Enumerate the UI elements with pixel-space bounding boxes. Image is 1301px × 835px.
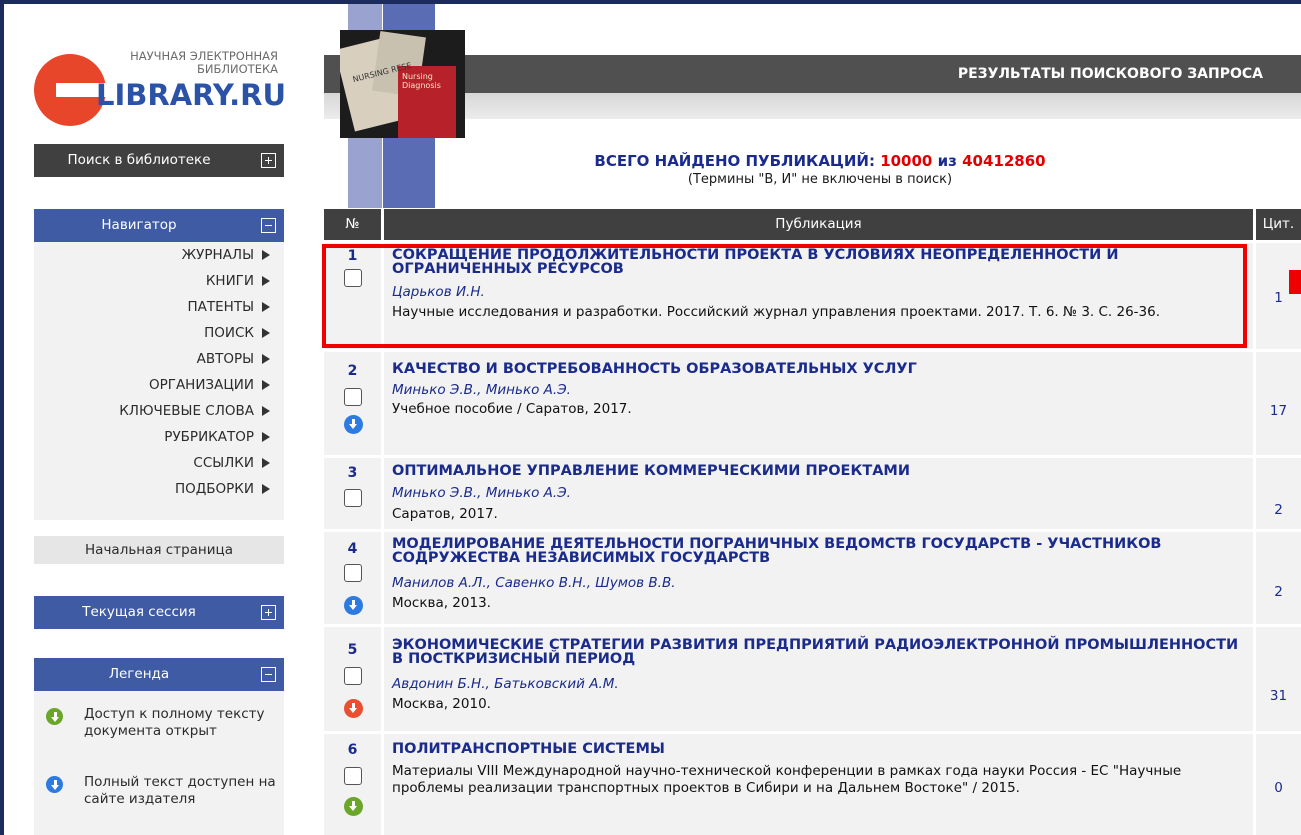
nav-item-keywords[interactable]: КЛЮЧЕВЫЕ СЛОВА (119, 398, 274, 424)
download-green-icon[interactable] (344, 797, 363, 816)
publication-title[interactable]: МОДЕЛИРОВАНИЕ ДЕЯТЕЛЬНОСТИ ПОГРАНИЧНЫХ В… (392, 537, 1242, 566)
collapse-minus-icon[interactable] (261, 218, 276, 233)
highlight-box (322, 244, 1247, 348)
nav-item-links[interactable]: ССЫЛКИ (193, 450, 274, 476)
download-red-icon[interactable] (344, 699, 363, 718)
publication-source[interactable]: Саратов, 2017. (392, 506, 1242, 523)
publication-authors[interactable]: Манилов А.Л., Савенко В.Н., Шумов В.В. (392, 575, 1242, 592)
publication-title[interactable]: ПОЛИТРАНСПОРТНЫЕ СИСТЕМЫ (392, 742, 1242, 757)
row-number: 4 (347, 541, 358, 557)
expand-plus-icon[interactable] (261, 153, 276, 168)
publication-authors[interactable]: Минько Э.В., Минько А.Э. (392, 382, 1242, 399)
select-checkbox[interactable] (344, 388, 362, 406)
journals-photo: NURSING RESE Nursing Diagnosis (340, 30, 465, 138)
table-row: 5 ЭКОНОМИЧЕСКИЕ СТРАТЕГИИ РАЗВИТИЯ ПРЕДП… (324, 627, 1301, 731)
total-count: 40412860 (962, 152, 1046, 170)
table-row: 4 МОДЕЛИРОВАНИЕ ДЕЯТЕЛЬНОСТИ ПОГРАНИЧНЫХ… (324, 532, 1301, 624)
nav-item-authors[interactable]: АВТОРЫ (197, 346, 274, 372)
publication-title[interactable]: ОПТИМАЛЬНОЕ УПРАВЛЕНИЕ КОММЕРЧЕСКИМИ ПРО… (392, 464, 1242, 479)
publication-source[interactable]: Москва, 2013. (392, 595, 1242, 612)
column-publication: Публикация (384, 209, 1253, 240)
row-number: 6 (347, 742, 358, 758)
search-summary: ВСЕГО НАЙДЕНО ПУБЛИКАЦИЙ: 10000 из 40412… (400, 152, 1240, 187)
found-count: 10000 (880, 152, 933, 170)
select-checkbox[interactable] (344, 489, 362, 507)
highlight-arrow-mark (1289, 270, 1301, 294)
download-blue-icon (46, 776, 63, 793)
elibrary-logo[interactable]: НАУЧНАЯ ЭЛЕКТРОННАЯ БИБЛИОТЕКА LIBRARY.R… (34, 48, 286, 133)
found-count-line: ВСЕГО НАЙДЕНО ПУБЛИКАЦИЙ: 10000 из 40412… (594, 152, 1046, 170)
publication-source[interactable]: Материалы VIII Международной научно-техн… (392, 763, 1242, 797)
legend-label: Легенда (108, 666, 170, 682)
header-gradient-bar (324, 93, 1301, 119)
publication-source[interactable]: Учебное пособие / Саратов, 2017. (392, 401, 1242, 418)
citation-count[interactable]: 17 (1256, 403, 1301, 419)
publication-source[interactable]: Москва, 2010. (392, 696, 1242, 713)
photo-text-a: Nursing Diagnosis (402, 72, 441, 90)
column-number: № (324, 209, 381, 240)
current-session-label: Текущая сессия (82, 604, 196, 620)
table-row: 3 ОПТИМАЛЬНОЕ УПРАВЛЕНИЕ КОММЕРЧЕСКИМИ П… (324, 458, 1301, 529)
navigator-label: Навигатор (101, 217, 177, 233)
legend-header[interactable]: Легенда (34, 658, 284, 691)
select-checkbox[interactable] (344, 667, 362, 685)
search-library-label: Поиск в библиотеке (67, 152, 211, 168)
download-blue-icon[interactable] (344, 596, 363, 615)
citation-count[interactable]: 31 (1256, 688, 1301, 704)
nav-item-search[interactable]: ПОИСК (204, 320, 274, 346)
collapse-minus-icon[interactable] (261, 667, 276, 682)
publication-authors[interactable]: Авдонин Б.Н., Батьковский А.М. (392, 676, 1242, 693)
table-row: 2 КАЧЕСТВО И ВОСТРЕБОВАННОСТЬ ОБРАЗОВАТЕ… (324, 352, 1301, 455)
citation-count[interactable]: 2 (1256, 502, 1301, 518)
table-row: 6 ПОЛИТРАНСПОРТНЫЕ СИСТЕМЫ Материалы VII… (324, 734, 1301, 835)
row-number: 5 (347, 642, 358, 658)
legend-text: Полный текст доступен на сайте издателя (84, 774, 276, 807)
nav-item-collections[interactable]: ПОДБОРКИ (175, 476, 274, 502)
page-title: РЕЗУЛЬТАТЫ ПОИСКОВОГО ЗАПРОСА (957, 66, 1263, 82)
citation-count[interactable]: 2 (1256, 584, 1301, 600)
current-session-header[interactable]: Текущая сессия (34, 596, 284, 629)
home-page-link[interactable]: Начальная страница (34, 536, 284, 564)
navigator-menu: ЖУРНАЛЫ КНИГИ ПАТЕНТЫ ПОИСК АВТОРЫ ОРГАН… (34, 242, 284, 520)
nav-item-rubricator[interactable]: РУБРИКАТОР (164, 424, 274, 450)
publication-title[interactable]: ЭКОНОМИЧЕСКИЕ СТРАТЕГИИ РАЗВИТИЯ ПРЕДПРИ… (392, 638, 1242, 667)
logo-brand: LIBRARY.RU (96, 78, 286, 112)
navigator-header[interactable]: Навигатор (34, 209, 284, 242)
select-checkbox[interactable] (344, 767, 362, 785)
logo-subtitle: НАУЧНАЯ ЭЛЕКТРОННАЯ БИБЛИОТЕКА (130, 49, 278, 76)
row-number: 3 (347, 465, 358, 481)
column-citations: Цит. (1256, 209, 1301, 240)
results-table-header: № Публикация Цит. (324, 209, 1301, 240)
search-library-header[interactable]: Поиск в библиотеке (34, 144, 284, 177)
download-blue-icon[interactable] (344, 415, 363, 434)
nav-item-patents[interactable]: ПАТЕНТЫ (188, 294, 274, 320)
legend-panel: Доступ к полному тексту документа открыт… (34, 691, 284, 835)
legend-text: Доступ к полному тексту документа открыт (84, 706, 265, 739)
excluded-terms-note: (Термины "В, И" не включены в поиск) (687, 172, 953, 187)
nav-item-journals[interactable]: ЖУРНАЛЫ (182, 242, 274, 268)
citation-count[interactable]: 0 (1256, 780, 1301, 796)
download-green-icon (46, 708, 63, 725)
results-title-bar: РЕЗУЛЬТАТЫ ПОИСКОВОГО ЗАПРОСА (324, 55, 1301, 93)
row-number: 2 (347, 363, 358, 379)
publication-title[interactable]: КАЧЕСТВО И ВОСТРЕБОВАННОСТЬ ОБРАЗОВАТЕЛЬ… (392, 362, 1242, 377)
select-checkbox[interactable] (344, 564, 362, 582)
nav-item-organizations[interactable]: ОРГАНИЗАЦИИ (149, 372, 274, 398)
publication-authors[interactable]: Минько Э.В., Минько А.Э. (392, 485, 1242, 502)
expand-plus-icon[interactable] (261, 605, 276, 620)
nav-item-books[interactable]: КНИГИ (206, 268, 274, 294)
